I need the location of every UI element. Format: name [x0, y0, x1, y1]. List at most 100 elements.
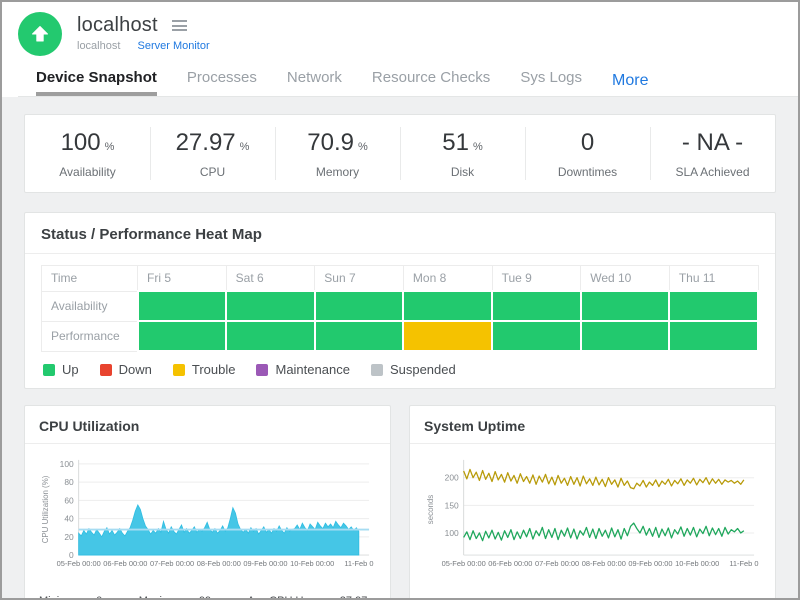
legend-label: Up	[62, 362, 79, 377]
stat-downtimes: 0 Downtimes	[525, 115, 650, 192]
heatmap-cell-mon-8	[403, 291, 492, 321]
legend-label: Suspended	[390, 362, 456, 377]
legend-label: Maintenance	[275, 362, 349, 377]
hamburger-menu-icon[interactable]	[171, 15, 188, 37]
header: localhost localhost Server Monitor Devic…	[2, 2, 798, 97]
heatmap-cell-sun-7	[315, 291, 404, 321]
cpu-label: CPU	[150, 165, 275, 179]
heatmap-cell-tue-9	[492, 291, 581, 321]
downtimes-label: Downtimes	[525, 165, 650, 179]
stat-memory: 70.9% Memory	[275, 115, 400, 192]
heatmap-cell-sat-6	[226, 291, 315, 321]
heatmap-header-row: Time Fri 5 Sat 6 Sun 7 Mon 8 Tue 9 Wed 1…	[42, 266, 759, 292]
svg-text:09-Feb 00:00: 09-Feb 00:00	[628, 559, 672, 568]
memory-value: 70.9	[307, 129, 354, 156]
svg-text:09-Feb 00:00: 09-Feb 00:00	[243, 559, 287, 568]
uptime-chart-title: System Uptime	[410, 418, 775, 444]
system-uptime-card: System Uptime 100150200seconds05-Feb 00:…	[409, 405, 776, 600]
sla-label: SLA Achieved	[650, 165, 775, 179]
heatmap-table: Time Fri 5 Sat 6 Sun 7 Mon 8 Tue 9 Wed 1…	[41, 265, 759, 352]
svg-text:CPU Utilization (%): CPU Utilization (%)	[41, 475, 50, 543]
page-title: localhost	[77, 14, 158, 37]
stat-availability: 100% Availability	[25, 115, 150, 192]
cpu-minimum: Minimum = 0 %	[39, 595, 113, 600]
cpu-value: 27.97	[176, 129, 236, 156]
system-uptime-chart: 100150200seconds05-Feb 00:0006-Feb 00:00…	[424, 450, 761, 592]
heatmap-col-sun7: Sun 7	[315, 266, 404, 292]
cpu-chart-footer: Minimum = 0 % Maximum = 99 % Avg CPU Usa…	[39, 595, 376, 600]
svg-text:150: 150	[445, 500, 459, 510]
tab-sys-logs[interactable]: Sys Logs	[520, 69, 582, 96]
trouble-color-chip	[173, 364, 185, 376]
legend-label: Trouble	[192, 362, 236, 377]
heatmap-cell-wed-10	[581, 291, 670, 321]
legend-label: Down	[119, 362, 152, 377]
svg-text:08-Feb 00:00: 08-Feb 00:00	[582, 559, 626, 568]
tab-processes[interactable]: Processes	[187, 69, 257, 96]
suspended-color-chip	[371, 364, 383, 376]
svg-text:10-Feb 00:00: 10-Feb 00:00	[675, 559, 719, 568]
memory-label: Memory	[275, 165, 400, 179]
heatmap-cell-tue-9	[492, 321, 581, 351]
tab-device-snapshot[interactable]: Device Snapshot	[36, 69, 157, 96]
heatmap-col-time: Time	[42, 266, 138, 292]
heatmap-col-wed10: Wed 10	[581, 266, 670, 292]
svg-text:06-Feb 00:00: 06-Feb 00:00	[103, 559, 147, 568]
svg-text:07-Feb 00:00: 07-Feb 00:00	[535, 559, 579, 568]
availability-label: Availability	[25, 165, 150, 179]
svg-text:11-Feb 0: 11-Feb 0	[344, 559, 373, 568]
down-color-chip	[100, 364, 112, 376]
heatmap-cell-thu-11	[669, 291, 758, 321]
svg-text:80: 80	[64, 477, 74, 487]
disk-value: 51	[442, 129, 469, 156]
heatmap-col-tue9: Tue 9	[492, 266, 581, 292]
stats-strip: 100% Availability 27.97% CPU 70.9% Memor…	[24, 114, 776, 193]
svg-text:40: 40	[64, 514, 74, 524]
device-status-avatar	[18, 12, 62, 56]
heatmap-cell-mon-8	[403, 321, 492, 351]
svg-text:60: 60	[64, 495, 74, 505]
heatmap-col-thu11: Thu 11	[669, 266, 758, 292]
heatmap-cell-fri-5	[138, 321, 227, 351]
downtimes-value: 0	[581, 129, 594, 156]
cpu-chart-title: CPU Utilization	[25, 418, 390, 444]
heatmap-col-fri5: Fri 5	[138, 266, 227, 292]
cpu-maximum: Maximum = 99 %	[139, 595, 222, 600]
disk-label: Disk	[400, 165, 525, 179]
app-window: localhost localhost Server Monitor Devic…	[0, 0, 800, 600]
svg-text:11-Feb 0: 11-Feb 0	[729, 559, 758, 568]
heatmap-cell-thu-11	[669, 321, 758, 351]
heatmap-cell-wed-10	[581, 321, 670, 351]
svg-text:06-Feb 00:00: 06-Feb 00:00	[488, 559, 532, 568]
tab-more[interactable]: More	[612, 72, 648, 96]
tab-bar: Device Snapshot Processes Network Resour…	[18, 56, 798, 97]
svg-text:05-Feb 00:00: 05-Feb 00:00	[57, 559, 101, 568]
heatmap-col-sat6: Sat 6	[226, 266, 315, 292]
svg-text:05-Feb 00:00: 05-Feb 00:00	[442, 559, 486, 568]
up-arrow-icon	[28, 22, 52, 46]
svg-text:200: 200	[445, 473, 459, 483]
memory-unit: %	[358, 141, 368, 153]
heatmap-cell-sun-7	[315, 321, 404, 351]
stat-cpu: 27.97% CPU	[150, 115, 275, 192]
tab-resource-checks[interactable]: Resource Checks	[372, 69, 490, 96]
content-area: 100% Availability 27.97% CPU 70.9% Memor…	[2, 97, 798, 600]
monitor-type-link[interactable]: Server Monitor	[137, 40, 209, 52]
cpu-utilization-card: CPU Utilization 020406080100CPU Utilizat…	[24, 405, 391, 600]
stat-sla: - NA - SLA Achieved	[650, 115, 775, 192]
disk-unit: %	[473, 141, 483, 153]
sla-value: - NA -	[682, 129, 743, 156]
tab-network[interactable]: Network	[287, 69, 342, 96]
availability-unit: %	[105, 141, 115, 153]
cpu-average: Avg CPU Usage = 27.97 %	[247, 595, 376, 600]
heatmap-row-label: Performance	[42, 321, 138, 351]
heatmap-row-label: Availability	[42, 291, 138, 321]
up-color-chip	[43, 364, 55, 376]
svg-text:20: 20	[64, 532, 74, 542]
heatmap-title: Status / Performance Heat Map	[25, 226, 775, 254]
heatmap-legend-maintenance: Maintenance	[256, 362, 349, 377]
availability-value: 100	[61, 129, 101, 156]
svg-text:07-Feb 00:00: 07-Feb 00:00	[150, 559, 194, 568]
cpu-utilization-chart: 020406080100CPU Utilization (%)05-Feb 00…	[39, 450, 376, 592]
breadcrumb-host: localhost	[77, 40, 120, 52]
